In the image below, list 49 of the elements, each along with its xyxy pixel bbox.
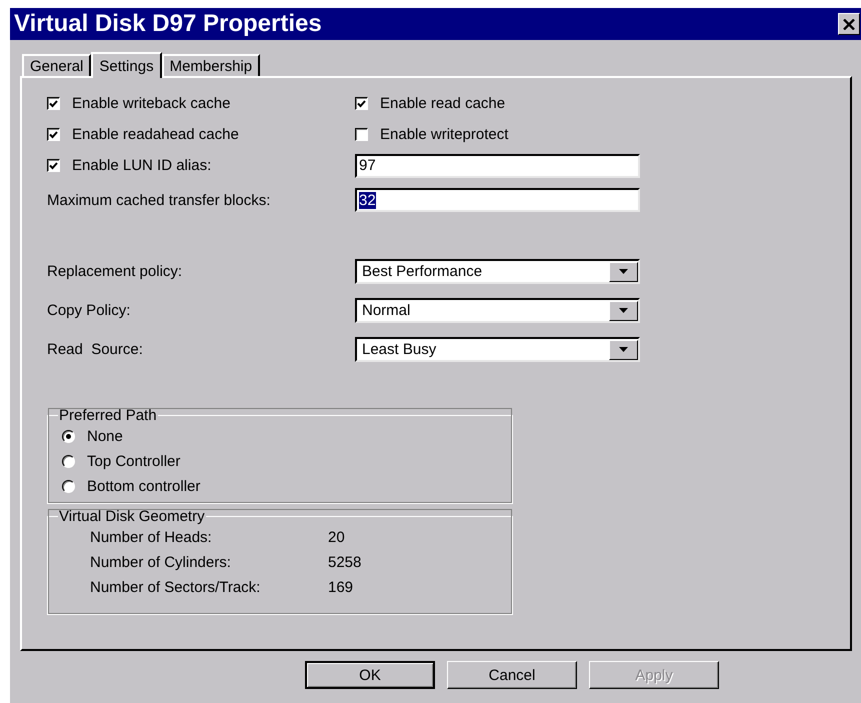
tab[interactable]: Membership	[162, 54, 260, 76]
tab[interactable]: Settings	[91, 52, 162, 78]
field-label: Maximum cached transfer blocks:	[47, 192, 270, 208]
window-title: Virtual Disk D97 Properties	[14, 10, 322, 38]
property-value: 20	[328, 529, 346, 546]
dialog-button[interactable]: Cancel	[447, 661, 577, 689]
field-label: Read Source:	[47, 341, 143, 358]
checkbox-label: Enable LUN ID alias:	[72, 157, 212, 174]
group-title: Preferred Path	[58, 407, 158, 424]
dropdown-arrow-icon	[619, 269, 628, 274]
property-value: 5258	[328, 554, 362, 571]
close-icon	[843, 18, 855, 30]
checkbox-label: Enable writeprotect	[380, 126, 508, 143]
property-label: Number of Sectors/Track:	[90, 579, 262, 596]
checkbox[interactable]	[355, 97, 368, 110]
checkbox[interactable]	[47, 128, 60, 141]
check-mark-icon	[49, 100, 58, 108]
check-mark-icon	[49, 130, 58, 138]
tab[interactable]: General	[22, 54, 92, 76]
checkbox-label: Enable writeback cache	[72, 95, 230, 112]
radio-label: None	[87, 428, 123, 445]
radio-button[interactable]	[62, 480, 75, 493]
checkbox[interactable]	[47, 97, 60, 110]
property-label: Number of Heads:	[90, 529, 213, 546]
property-value: 169	[328, 579, 354, 596]
dropdown-arrow-icon	[619, 308, 628, 313]
input-field[interactable]: 97	[355, 154, 640, 178]
radio-button[interactable]	[62, 430, 75, 443]
check-mark-icon	[357, 100, 366, 108]
field-label: Replacement policy:	[47, 263, 182, 280]
group-title: Virtual Disk Geometry	[58, 508, 206, 525]
property-label: Number of Cylinders:	[90, 554, 232, 571]
radio-button[interactable]	[62, 455, 75, 468]
radio-label: Top Controller	[87, 453, 180, 470]
checkbox-label: Enable readahead cache	[72, 126, 239, 143]
checkbox-label: Enable read cache	[380, 95, 506, 112]
close-button[interactable]	[838, 13, 860, 35]
dropdown[interactable]: Normal	[355, 298, 640, 323]
input-field[interactable]: 32	[355, 188, 640, 212]
radio-dot-icon	[66, 434, 71, 439]
dialog-button[interactable]: OK	[305, 661, 435, 689]
dropdown[interactable]: Least Busy	[355, 337, 640, 362]
check-mark-icon	[49, 162, 58, 170]
dropdown-arrow-icon	[619, 347, 628, 352]
radio-label: Bottom controller	[87, 478, 200, 495]
checkbox[interactable]	[355, 128, 368, 141]
field-label: Copy Policy:	[47, 302, 130, 319]
dropdown[interactable]: Best Performance	[355, 259, 640, 284]
checkbox[interactable]	[47, 159, 60, 172]
